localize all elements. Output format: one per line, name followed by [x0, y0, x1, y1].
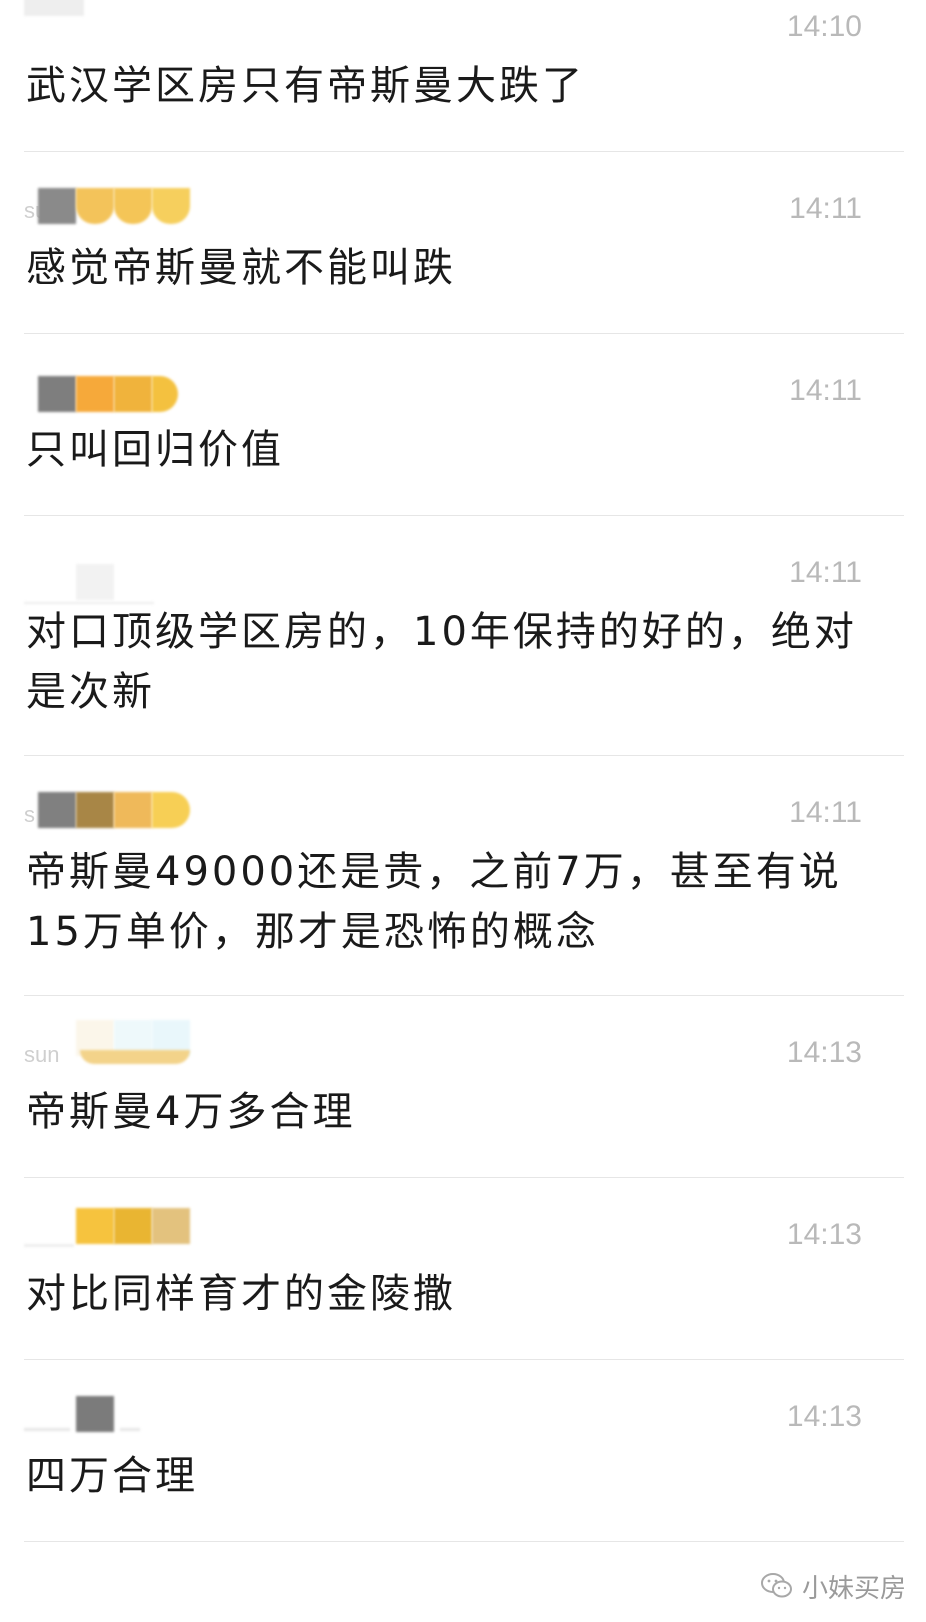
wechat-icon — [760, 1572, 794, 1600]
message-text: 对比同样育才的金陵撒 — [26, 1271, 456, 1317]
message-text: 帝斯曼4万多合理 — [26, 1089, 356, 1135]
message-text: 武汉学区房只有帝斯曼大跌了 — [26, 63, 585, 109]
sender-name-blurred: sun — [24, 188, 224, 228]
message-time: 14:10 — [786, 10, 862, 43]
message-time: 14:13 — [786, 1036, 862, 1069]
watermark-text: 小妹买房 — [801, 1572, 906, 1603]
message-time: 14:11 — [789, 192, 862, 225]
message-text: 对口顶级学区房的，10年保持的好的，绝对是次新 — [26, 609, 857, 715]
chat-message: sun 14:11 感觉帝斯曼就不能叫跌 — [0, 152, 926, 334]
chat-message: sun 14:13 帝斯曼4万多合理 — [0, 996, 926, 1178]
message-text: 只叫回归价值 — [26, 427, 284, 473]
chat-message: 14:11 只叫回归价值 — [0, 334, 926, 516]
message-text: 四万合理 — [26, 1453, 198, 1499]
chat-message: 14:13 对比同样育才的金陵撒 — [0, 1178, 926, 1360]
sender-name-blurred — [24, 0, 224, 30]
sender-name-blurred — [24, 376, 224, 416]
message-time: 14:13 — [786, 1400, 862, 1433]
chat-message: 14:10 武汉学区房只有帝斯曼大跌了 — [0, 0, 926, 152]
chat-message: s 14:11 帝斯曼49000还是贵，之前7万，甚至有说15万单价，那才是恐怖… — [0, 756, 926, 996]
message-time: 14:11 — [789, 556, 862, 589]
chat-message: 14:11 对口顶级学区房的，10年保持的好的，绝对是次新 — [0, 516, 926, 756]
message-text: 感觉帝斯曼就不能叫跌 — [26, 245, 456, 291]
message-time: 14:11 — [789, 796, 862, 829]
message-time: 14:13 — [786, 1218, 862, 1251]
sender-name-blurred: s — [24, 792, 224, 832]
sender-name-blurred — [24, 1208, 224, 1248]
divider — [24, 1541, 904, 1542]
message-text: 帝斯曼49000还是贵，之前7万，甚至有说15万单价，那才是恐怖的概念 — [26, 849, 842, 955]
message-time: 14:11 — [789, 374, 862, 407]
sender-name-blurred: sun — [24, 1020, 224, 1067]
chat-message: 14:13 四万合理 — [0, 1360, 926, 1542]
sender-name-blurred — [24, 564, 224, 604]
sender-name-blurred — [24, 1396, 224, 1436]
watermark: 小妹买房 — [760, 1566, 906, 1606]
